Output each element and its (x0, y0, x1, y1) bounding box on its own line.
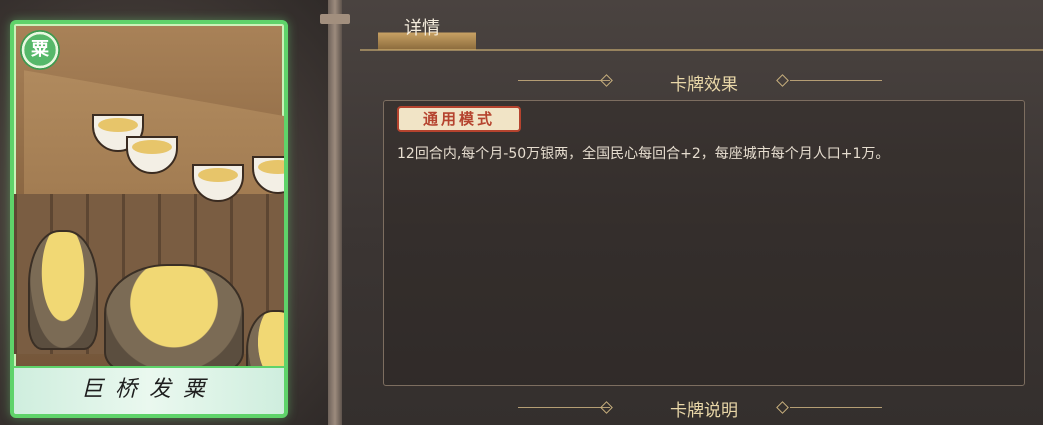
card-illustration[interactable]: 粟 巨桥发粟 (10, 20, 288, 418)
card-emblem-char: 粟 (31, 39, 49, 60)
section-title-description: 卡牌说明 (670, 401, 738, 421)
card-name-bar: 巨桥发粟 (14, 366, 284, 414)
divider-cap (320, 14, 350, 24)
panel-divider (328, 0, 342, 425)
tab-details-label[interactable]: 详情 (404, 14, 440, 40)
tab-underline (360, 49, 1043, 51)
card-type-emblem-icon: 粟 (20, 30, 60, 70)
grain-sack (104, 264, 244, 374)
grain-sack (28, 230, 98, 350)
section-title-effect: 卡牌效果 (670, 75, 738, 95)
card-name: 巨桥发粟 (80, 377, 217, 402)
effect-description: 12回合内,每个月-50万银两，全国民心每回合+2，每座城市每个月人口+1万。 (397, 146, 890, 162)
ornament-line (790, 80, 882, 81)
mode-badge: 通用模式 (397, 106, 521, 132)
ornament-line (790, 407, 882, 408)
